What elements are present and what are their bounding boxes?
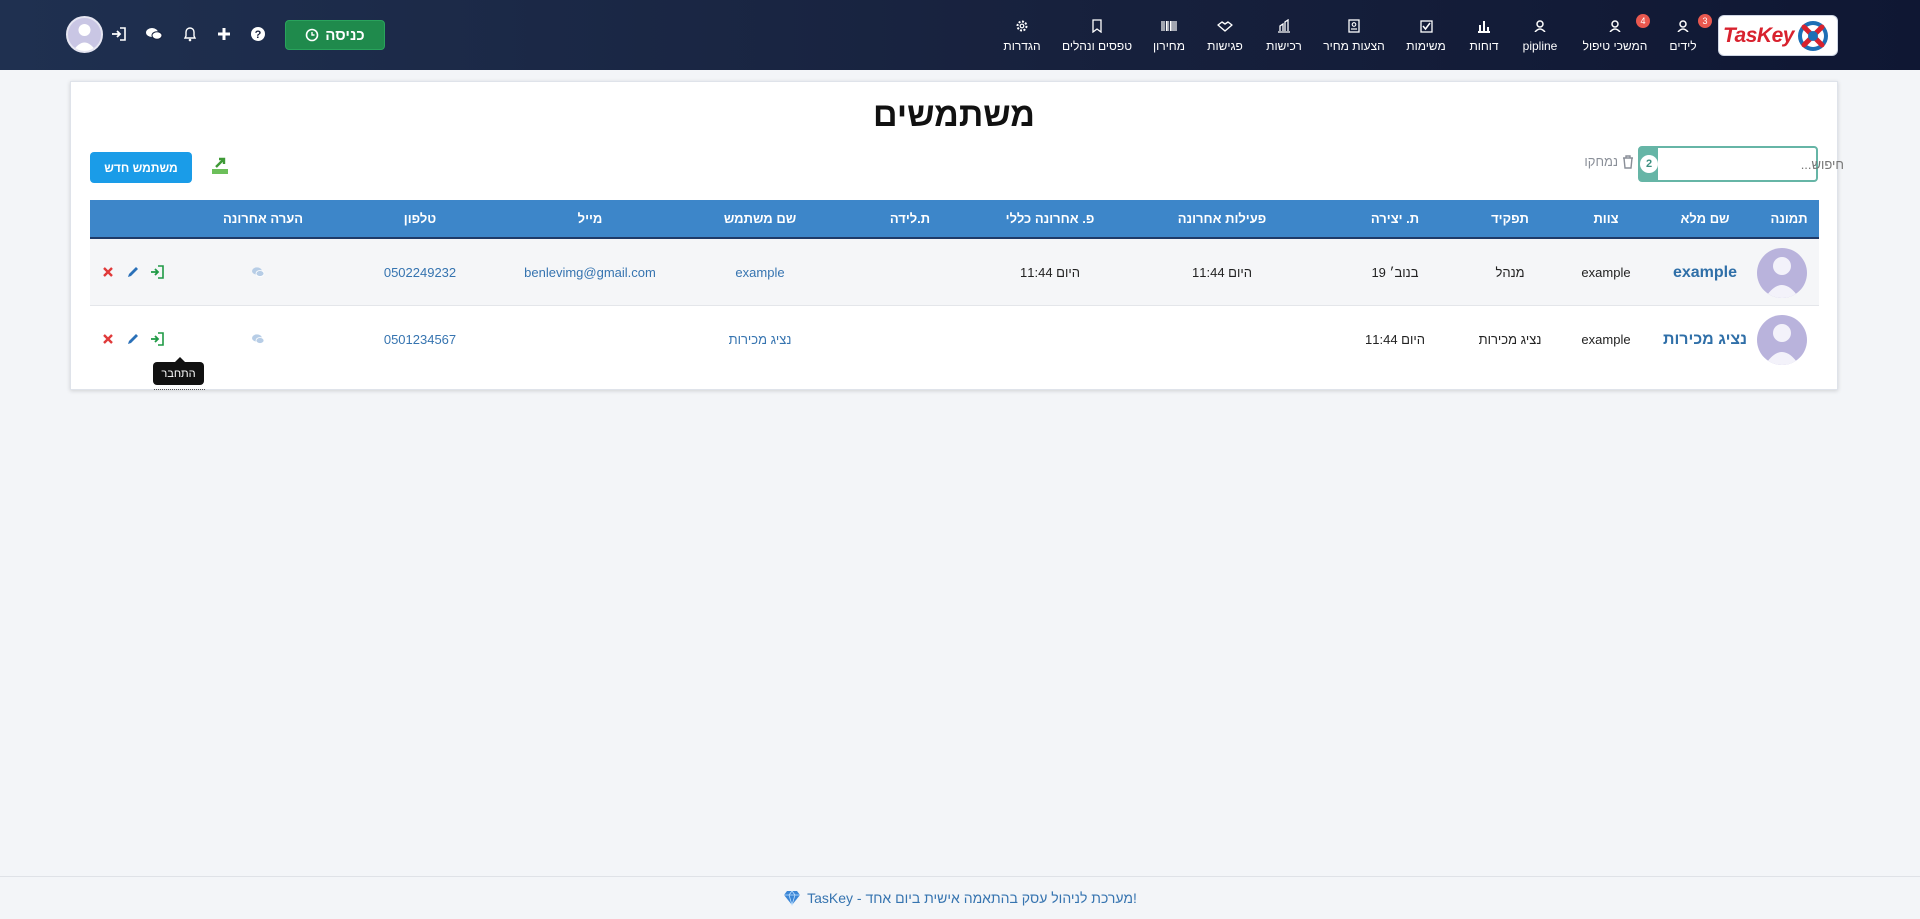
nav-pipeline[interactable]: pipline (1520, 18, 1560, 58)
bell-icon[interactable] (180, 24, 200, 44)
user-birthday (870, 306, 950, 373)
col-last-note[interactable]: הערה אחרונה (203, 200, 323, 237)
user-avatar[interactable] (66, 16, 103, 53)
user-created: היום 11:44 (1365, 332, 1425, 347)
deleted-users-link[interactable]: נמחקו (1584, 154, 1634, 169)
user-last-activity (1152, 306, 1292, 373)
svg-text:?: ? (255, 29, 262, 41)
user-role: מנהל (1495, 265, 1525, 280)
col-username[interactable]: שם משתמש (690, 200, 830, 237)
user-created: 19 בנוב׳ (1371, 265, 1419, 280)
add-plus-icon[interactable] (214, 24, 234, 44)
footer-text[interactable]: TasKey - מערכת לניהול עסק בהתאמה אישית ב… (807, 890, 1137, 906)
delete-x-icon[interactable] (101, 332, 115, 346)
barcode-icon (1161, 18, 1177, 34)
user-team: example (1581, 332, 1631, 347)
diamond-logo-icon (784, 890, 801, 906)
login-tooltip: התחבר (153, 357, 204, 385)
users-card: משתמשים 2 נמחקו משתמש חדש תמונה שם מלא צ… (70, 81, 1854, 390)
nav-leads[interactable]: לידים 3 (1668, 14, 1712, 58)
search-input[interactable] (1658, 148, 1854, 180)
col-full-name[interactable]: שם מלא (1660, 200, 1750, 237)
taskey-logo[interactable]: TasKey (1719, 16, 1837, 55)
clock-icon (305, 28, 319, 42)
nav-reports[interactable]: דוחות (1468, 18, 1500, 58)
login-icon[interactable] (109, 24, 129, 44)
new-user-button[interactable]: משתמש חדש (90, 152, 192, 183)
user-email[interactable]: benlevimg@gmail.com (490, 239, 690, 306)
delete-x-icon[interactable] (101, 265, 115, 279)
logo-mark-icon (1797, 20, 1828, 51)
user-photo[interactable] (1757, 315, 1807, 365)
user-full-name[interactable]: נציג מכירות (1660, 306, 1750, 373)
col-last-general[interactable]: פ. אחרונה כללי (980, 200, 1120, 237)
page-title: משתמשים (873, 96, 1035, 134)
search-box: 2 (1638, 146, 1854, 182)
lead-icon (1677, 18, 1689, 34)
purchase-icon (1277, 18, 1291, 34)
user-team: example (1581, 265, 1631, 280)
col-birthday[interactable]: ת.לידה (870, 200, 950, 237)
bar-chart-icon (1477, 18, 1491, 34)
note-comment-icon[interactable] (251, 265, 265, 279)
quote-doc-icon (1348, 18, 1360, 34)
trash-icon (1623, 154, 1633, 169)
users-table-header: תמונה שם מלא צוות תפקיד ת. יצירה פעילות … (90, 200, 1819, 239)
edit-pencil-icon[interactable] (126, 332, 140, 346)
user-role: נציג מכירות (1478, 332, 1542, 347)
excel-export-icon[interactable] (210, 156, 230, 176)
clock-in-label: כניסה (325, 26, 365, 44)
col-phone[interactable]: טלפון (370, 200, 470, 237)
users-count-badge: 2 (1640, 148, 1658, 180)
chat-icon[interactable] (144, 24, 164, 44)
col-role[interactable]: תפקיד (1470, 200, 1550, 237)
user-phone[interactable]: 0502249232 (370, 239, 470, 306)
table-row: נציג מכירות example נציג מכירות היום 11:… (90, 306, 1819, 390)
handshake-icon (1217, 18, 1233, 34)
col-team[interactable]: צוות (1566, 200, 1646, 237)
logo-text: TasKey (1723, 23, 1794, 47)
note-comment-icon[interactable] (251, 332, 265, 346)
user-last-activity: היום 11:44 (1192, 265, 1252, 280)
nav-forms-procedures[interactable]: טפסים ונהלים (1062, 18, 1132, 58)
tooltip-underline (154, 389, 205, 390)
settings-gear-icon (1015, 18, 1029, 34)
pipeline-icon (1534, 18, 1546, 34)
followups-count-badge: 4 (1636, 14, 1650, 28)
leads-count-badge: 3 (1698, 14, 1712, 28)
nav-price-list[interactable]: מחירון (1153, 18, 1185, 58)
user-email[interactable] (490, 306, 690, 373)
user-full-name[interactable]: example (1660, 239, 1750, 306)
top-navbar: TasKey לידים 3 המשכי טיפול 4 pipline דוח… (0, 0, 1920, 70)
deleted-label: נמחקו (1584, 154, 1618, 169)
user-username[interactable]: נציג מכירות (690, 306, 830, 373)
nav-meetings[interactable]: פגישות (1206, 18, 1244, 58)
nav-purchases[interactable]: רכישות (1265, 18, 1303, 58)
user-last-general (980, 306, 1120, 373)
col-photo[interactable]: תמונה (1759, 200, 1819, 237)
user-username[interactable]: example (690, 239, 830, 306)
users-count: 2 (1640, 155, 1658, 173)
followup-icon (1609, 18, 1621, 34)
user-last-general: היום 11:44 (1020, 265, 1080, 280)
nav-settings[interactable]: הגדרות (1003, 18, 1041, 58)
footer: TasKey - מערכת לניהול עסק בהתאמה אישית ב… (0, 876, 1920, 919)
table-row: example example מנהל 19 בנוב׳ היום 11:44… (90, 239, 1819, 306)
help-icon[interactable]: ? (248, 24, 268, 44)
login-as-icon[interactable] (150, 332, 164, 346)
nav-followups[interactable]: המשכי טיפול 4 (1580, 14, 1650, 58)
checkbox-icon (1419, 18, 1433, 34)
clock-in-button[interactable]: כניסה (285, 20, 385, 50)
col-email[interactable]: מייל (530, 200, 650, 237)
col-created[interactable]: ת. יצירה (1340, 200, 1450, 237)
col-last-activity[interactable]: פעילות אחרונה (1152, 200, 1292, 237)
edit-pencil-icon[interactable] (126, 265, 140, 279)
user-birthday (870, 239, 950, 306)
nav-price-quotes[interactable]: הצעות מחיר (1323, 18, 1385, 58)
login-as-icon[interactable] (150, 265, 164, 279)
forms-icon (1091, 18, 1103, 34)
user-photo[interactable] (1757, 248, 1807, 298)
user-phone[interactable]: 0501234567 (370, 306, 470, 373)
nav-tasks[interactable]: משימות (1404, 18, 1448, 58)
